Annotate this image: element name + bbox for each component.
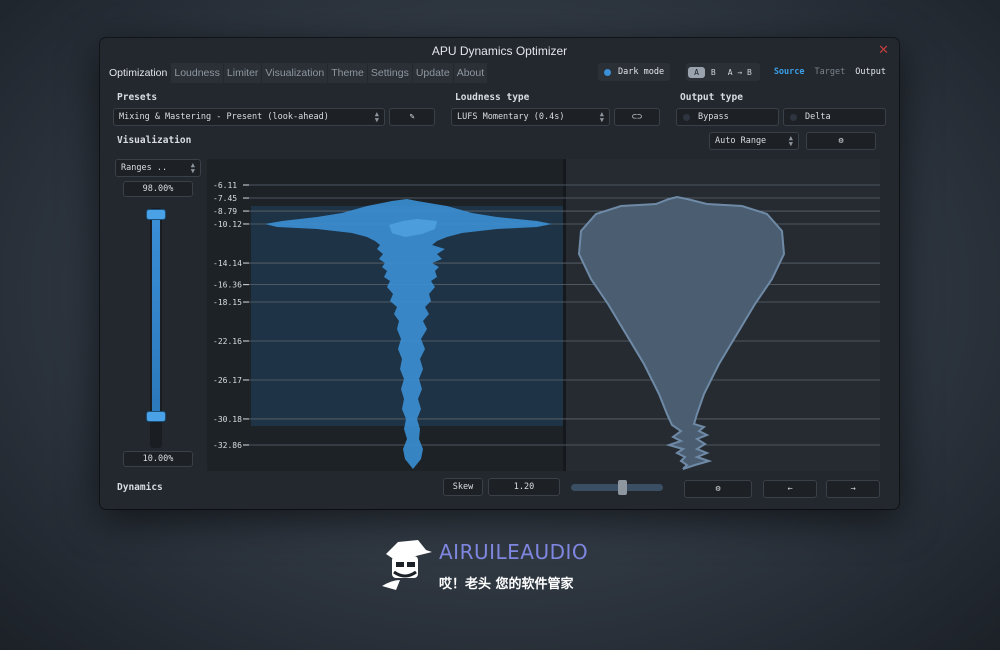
updown-icon: ▲ ▼ — [190, 161, 195, 175]
brand-name: AIRUILEAUDIO — [439, 540, 589, 564]
view-source[interactable]: Source — [774, 67, 805, 77]
range-top-value[interactable]: 98.00% — [123, 181, 193, 197]
tab-visualization[interactable]: Visualization — [262, 63, 328, 83]
bypass-label: Bypass — [698, 112, 729, 122]
gear-icon: ⚙ — [715, 484, 721, 494]
ranges-select[interactable]: Ranges .. ▲ ▼ — [115, 159, 201, 177]
tick-label: -18.15 — [213, 298, 242, 307]
plot-svg: -6.11 -7.45 -8.79 -10.12 -14.14 -16.36 -18.15 -… — [207, 159, 880, 471]
ab-copy-button[interactable]: A → B — [722, 67, 758, 78]
range-mode-select[interactable]: Auto Range ▲ ▼ — [709, 132, 799, 150]
brand-slogan: 哎！老头 您的软件管家 — [439, 577, 574, 592]
range-mode-value: Auto Range — [715, 136, 767, 146]
dark-mode-toggle[interactable]: Dark mode — [598, 63, 671, 81]
ab-b-button[interactable]: B — [705, 67, 722, 78]
dynamics-label: Dynamics — [117, 482, 163, 493]
skew-label: Skew — [443, 478, 483, 496]
link-icon: ⊂⊃ — [631, 112, 643, 122]
skew-slider-thumb[interactable] — [618, 480, 627, 495]
ab-switch: A B A → B — [686, 63, 760, 81]
top-controls: Dark mode A B A → B Source Target Output — [598, 62, 886, 82]
ranges-value: Ranges .. — [121, 163, 168, 173]
tick-label: -16.36 — [213, 281, 242, 290]
edit-preset-button[interactable]: ✎ — [389, 108, 435, 126]
output-type-label: Output type — [680, 92, 743, 103]
arrow-right-icon: → — [850, 484, 856, 494]
brand-watermark: AIRUILEAUDIO 哎！老头 您的软件管家 — [378, 536, 628, 596]
tick-label: -14.14 — [213, 259, 242, 268]
tick-label: -32.86 — [213, 441, 242, 450]
updown-icon: ▲ ▼ — [788, 134, 793, 148]
previous-button[interactable]: ← — [763, 480, 817, 498]
presets-label: Presets — [117, 92, 158, 103]
view-target[interactable]: Target — [815, 67, 846, 77]
link-button[interactable]: ⊂⊃ — [614, 108, 660, 126]
delta-label: Delta — [805, 112, 831, 122]
next-button[interactable]: → — [826, 480, 880, 498]
tab-optimization[interactable]: Optimization — [106, 63, 170, 83]
presets-value: Mixing & Mastering - Present (look-ahead… — [119, 112, 329, 122]
skew-slider-track[interactable] — [571, 484, 663, 491]
tick-label: -6.11 — [213, 181, 237, 190]
tab-theme[interactable]: Theme — [328, 63, 367, 83]
brand-logo-icon — [382, 540, 432, 590]
skew-value-field[interactable]: 1.20 — [488, 478, 560, 496]
loudness-value: LUFS Momentary (0.4s) — [457, 112, 565, 122]
tab-limiter[interactable]: Limiter — [223, 63, 262, 83]
range-slider-top-handle[interactable] — [147, 210, 165, 219]
tab-settings[interactable]: Settings — [367, 63, 412, 83]
window-title: APU Dynamics Optimizer — [431, 44, 568, 58]
app-window: APU Dynamics Optimizer ✕ Optimization Lo… — [100, 38, 899, 509]
pencil-icon: ✎ — [409, 112, 415, 122]
tab-bar: Optimization Loudness Limiter Visualizat… — [106, 63, 488, 83]
radio-dot-icon — [683, 113, 690, 121]
view-output[interactable]: Output — [855, 67, 886, 77]
tab-update[interactable]: Update — [412, 63, 453, 83]
range-slider-bottom-handle[interactable] — [147, 412, 165, 421]
toggle-dot-icon — [604, 68, 611, 76]
tick-label: -30.18 — [213, 415, 242, 424]
tab-about[interactable]: About — [453, 63, 488, 83]
ab-a-button[interactable]: A — [688, 66, 705, 78]
tick-label: -7.45 — [213, 194, 237, 203]
updown-icon: ▲ ▼ — [599, 110, 604, 124]
loudness-distribution-plot: -6.11 -7.45 -8.79 -10.12 -14.14 -16.36 -18.15 -… — [207, 159, 880, 471]
range-slider-fill — [152, 212, 160, 416]
close-icon[interactable]: ✕ — [878, 43, 889, 58]
radio-dot-icon — [790, 113, 797, 121]
dark-mode-label: Dark mode — [618, 67, 665, 77]
presets-select[interactable]: Mixing & Mastering - Present (look-ahead… — [113, 108, 385, 126]
tick-label: -8.79 — [213, 207, 237, 216]
range-bottom-value[interactable]: 10.00% — [123, 451, 193, 467]
view-mode-switch: Source Target Output — [774, 67, 886, 77]
tick-label: -10.12 — [213, 220, 242, 229]
arrow-left-icon: ← — [787, 484, 793, 494]
tick-label: -26.17 — [213, 376, 242, 385]
visualization-settings-button[interactable]: ⚙ — [806, 132, 876, 150]
delta-radio[interactable]: Delta — [783, 108, 886, 126]
dynamics-settings-button[interactable]: ⚙ — [684, 480, 752, 498]
gear-icon: ⚙ — [838, 136, 844, 146]
visualization-label: Visualization — [117, 135, 192, 146]
updown-icon: ▲ ▼ — [374, 110, 379, 124]
tab-loudness[interactable]: Loudness — [171, 63, 223, 83]
loudness-label: Loudness type — [455, 92, 530, 103]
bypass-radio[interactable]: Bypass — [676, 108, 779, 126]
title-bar: APU Dynamics Optimizer ✕ — [100, 38, 899, 64]
loudness-select[interactable]: LUFS Momentary (0.4s) ▲ ▼ — [451, 108, 610, 126]
tick-label: -22.16 — [213, 337, 242, 346]
